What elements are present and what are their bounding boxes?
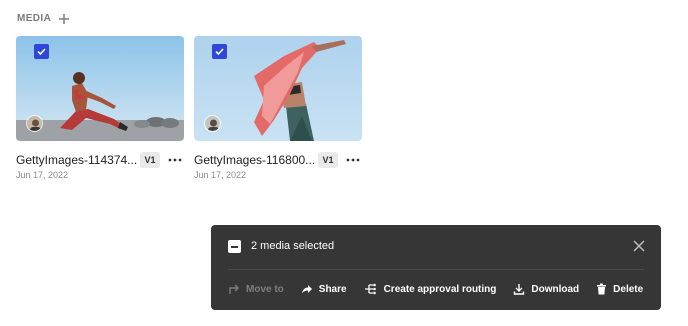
move-to-label: Move to — [246, 283, 284, 295]
version-badge[interactable]: V1 — [140, 152, 160, 168]
approval-label: Create approval routing — [383, 283, 497, 295]
media-card[interactable]: GettyImages-116800... V1 Jun 17, 2022 — [194, 36, 362, 181]
deselect-all-checkbox[interactable] — [228, 240, 241, 253]
share-button[interactable]: Share — [301, 283, 347, 295]
routing-icon — [364, 283, 378, 295]
media-date: Jun 17, 2022 — [194, 170, 247, 180]
download-button[interactable]: Download — [513, 283, 579, 295]
share-label: Share — [318, 283, 347, 295]
avatar — [26, 115, 43, 132]
media-thumbnail[interactable] — [16, 36, 184, 141]
trash-icon — [596, 283, 607, 295]
media-section-header: MEDIA — [17, 10, 70, 26]
divider — [228, 269, 644, 270]
avatar — [204, 115, 221, 132]
bulk-actions: Move to Share Create approval routing Do… — [228, 281, 643, 297]
selection-count: 2 media selected — [251, 240, 335, 252]
create-approval-routing-button[interactable]: Create approval routing — [364, 283, 497, 295]
ellipsis-icon[interactable] — [344, 152, 362, 168]
delete-button[interactable]: Delete — [596, 283, 643, 295]
media-card[interactable]: GettyImages-114374... V1 Jun 17, 2022 — [16, 36, 184, 181]
selection-summary: 2 media selected — [211, 225, 661, 269]
media-name: GettyImages-116800... — [194, 153, 316, 167]
version-badge[interactable]: V1 — [318, 152, 338, 168]
download-label: Download — [531, 283, 580, 295]
selection-action-bar: 2 media selected Move to Share Create ap… — [211, 225, 661, 310]
share-icon — [301, 283, 313, 295]
media-name: GettyImages-114374... — [16, 153, 138, 167]
media-thumbnail[interactable] — [194, 36, 362, 141]
move-to-button[interactable]: Move to — [228, 283, 284, 295]
delete-label: Delete — [613, 283, 644, 295]
ellipsis-icon[interactable] — [166, 152, 184, 168]
close-icon[interactable] — [632, 239, 646, 253]
section-title: MEDIA — [17, 12, 52, 24]
media-date: Jun 17, 2022 — [16, 170, 69, 180]
download-icon — [513, 283, 525, 295]
media-select-checkbox[interactable] — [34, 44, 49, 59]
plus-icon[interactable] — [58, 12, 70, 24]
media-select-checkbox[interactable] — [212, 44, 227, 59]
move-arrow-icon — [228, 283, 240, 295]
